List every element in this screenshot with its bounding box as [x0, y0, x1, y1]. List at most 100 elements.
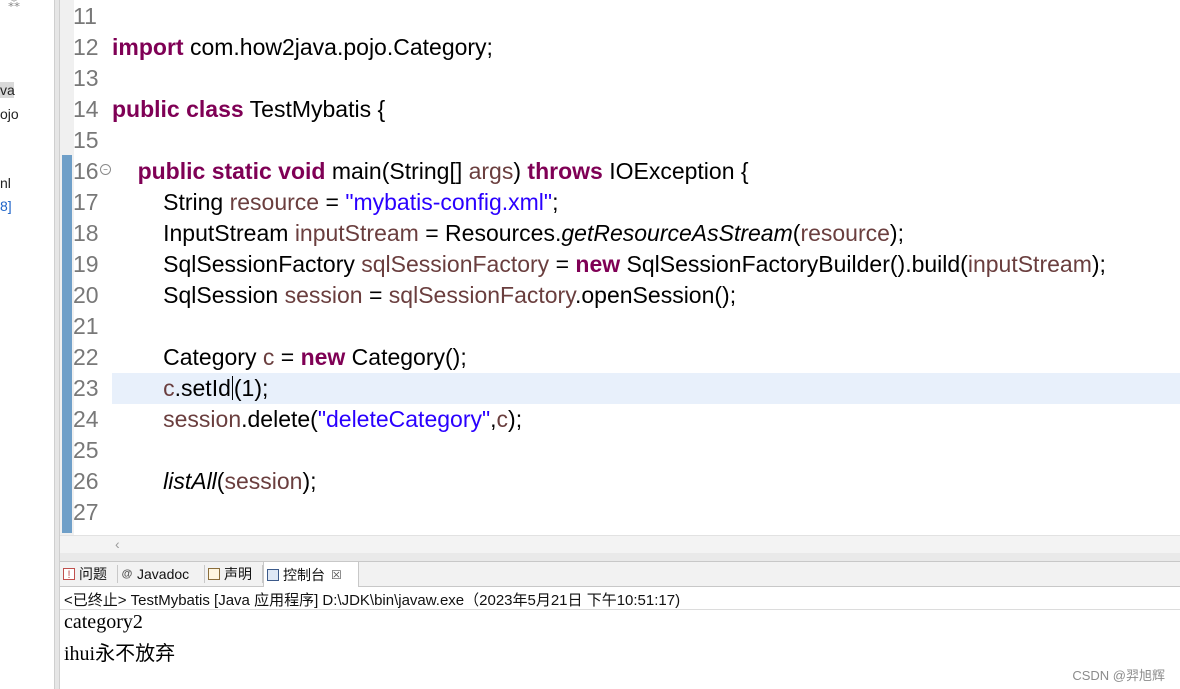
- code-token: "mybatis-config.xml": [345, 189, 553, 215]
- view-sash[interactable]: [60, 553, 1180, 561]
- code-token: .openSession();: [575, 282, 737, 308]
- editor-horizontal-scrollbar[interactable]: ‹: [60, 535, 1180, 553]
- console-divider: [60, 609, 1180, 610]
- console-icon: [267, 568, 279, 581]
- code-token: SqlSession: [112, 282, 285, 308]
- code-line[interactable]: 24 session.delete("deleteCategory",c);: [60, 404, 1180, 435]
- code-line[interactable]: 12 import com.how2java.pojo.Category;: [60, 32, 1180, 63]
- code-token: String: [112, 189, 230, 215]
- code-text: public class TestMybatis {: [112, 94, 385, 125]
- code-token: c: [496, 406, 509, 432]
- code-line[interactable]: 15: [60, 125, 1180, 156]
- code-line[interactable]: 26 listAll(session);: [60, 466, 1180, 497]
- code-text: import com.how2java.pojo.Category;: [112, 32, 493, 63]
- code-line[interactable]: 13: [60, 63, 1180, 94]
- console-view[interactable]: <已终止> TestMybatis [Java 应用程序] D:\JDK\bin…: [60, 587, 1180, 689]
- code-token: =: [549, 251, 576, 277]
- code-text: listAll(session);: [112, 466, 317, 497]
- code-token: Category: [112, 344, 263, 370]
- code-token: (1);: [233, 375, 269, 401]
- code-line[interactable]: 25: [60, 435, 1180, 466]
- tab-problems[interactable]: ! 问题: [60, 562, 117, 586]
- code-token: import: [112, 34, 184, 60]
- code-line[interactable]: 20 SqlSession session = sqlSessionFactor…: [60, 280, 1180, 311]
- code-token: inputStream: [967, 251, 1092, 277]
- code-token: "deleteCategory": [317, 406, 491, 432]
- code-text: SqlSession session = sqlSessionFactory.o…: [112, 280, 736, 311]
- line-number: 26: [73, 468, 99, 494]
- line-number: 13: [73, 65, 99, 91]
- line-number: 14: [73, 96, 99, 122]
- package-explorer-item[interactable]: va: [0, 82, 15, 98]
- package-explorer-item[interactable]: 8]: [0, 198, 12, 214]
- code-token: =: [362, 282, 389, 308]
- line-number: 20: [73, 282, 99, 308]
- code-token: ): [513, 158, 528, 184]
- code-token: listAll: [163, 468, 217, 494]
- code-token: .setId: [174, 375, 231, 401]
- code-token: );: [889, 220, 904, 246]
- code-text: Category c = new Category();: [112, 342, 467, 373]
- text-caret: [231, 376, 233, 400]
- scroll-left-icon[interactable]: ‹: [115, 536, 120, 552]
- code-token: IOException {: [602, 158, 749, 184]
- code-line[interactable]: 18 InputStream inputStream = Resources.g…: [60, 218, 1180, 249]
- code-line[interactable]: 17 String resource = "mybatis-config.xml…: [60, 187, 1180, 218]
- line-number: 25: [73, 437, 99, 463]
- line-number: 19: [73, 251, 99, 277]
- code-text: session.delete("deleteCategory",c);: [112, 404, 522, 435]
- code-token: throws: [527, 158, 603, 184]
- code-text: InputStream inputStream = Resources.getR…: [112, 218, 904, 249]
- tab-declaration[interactable]: 声明: [205, 562, 262, 586]
- code-token: = Resources.: [418, 220, 562, 246]
- tab-label: 控制台: [283, 566, 325, 583]
- tab-javadoc[interactable]: @ Javadoc: [118, 562, 204, 586]
- close-tab-icon[interactable]: ☒: [331, 568, 342, 582]
- code-token: class: [186, 96, 244, 122]
- tab-console[interactable]: 控制台 ☒: [263, 562, 359, 587]
- code-token: InputStream: [112, 220, 295, 246]
- code-token: sqlSessionFactory: [361, 251, 550, 277]
- code-token: sqlSessionFactory: [388, 282, 575, 308]
- code-line[interactable]: 27: [60, 497, 1180, 528]
- code-token: =: [319, 189, 346, 215]
- code-token: Category();: [345, 344, 467, 370]
- code-token: .delete(: [241, 406, 318, 432]
- package-explorer-item[interactable]: nl: [0, 175, 11, 191]
- code-editor[interactable]: 11 12 import com.how2java.pojo.Category; 13…: [60, 0, 1180, 535]
- package-explorer-item[interactable]: ojo: [0, 106, 19, 122]
- code-token: public: [112, 96, 180, 122]
- code-line[interactable]: 14 public class TestMybatis {: [60, 94, 1180, 125]
- code-text: SqlSessionFactory sqlSessionFactory = ne…: [112, 249, 1106, 280]
- code-line[interactable]: 11: [60, 1, 1180, 32]
- code-token: SqlSessionFactoryBuilder().build(: [620, 251, 968, 277]
- code-token: resource: [800, 220, 890, 246]
- code-token: =: [274, 344, 301, 370]
- tab-label: 声明: [224, 566, 252, 582]
- code-line[interactable]: 16− public static void main(String[] arg…: [60, 156, 1180, 187]
- code-token: );: [302, 468, 317, 494]
- console-output-line: ihui永不放弃: [64, 643, 176, 665]
- package-explorer-panel: ⁂ va ojo nl 8]: [0, 0, 54, 689]
- code-token: c: [262, 344, 275, 370]
- line-number: 21: [73, 313, 99, 339]
- line-number: 17: [73, 189, 99, 215]
- code-token: c: [163, 375, 175, 401]
- fold-toggle-icon[interactable]: −: [100, 164, 111, 175]
- code-line[interactable]: 19 SqlSessionFactory sqlSessionFactory =…: [60, 249, 1180, 280]
- code-token: );: [1091, 251, 1106, 277]
- code-line[interactable]: 23 c.setId (1);: [73, 373, 1180, 404]
- code-line[interactable]: 22 Category c = new Category();: [60, 342, 1180, 373]
- code-token: getResourceAsStream: [561, 220, 793, 246]
- code-token: SqlSessionFactory: [112, 251, 362, 277]
- code-token: com.how2java.pojo.Category;: [183, 34, 493, 60]
- code-line[interactable]: 21: [60, 311, 1180, 342]
- code-text: String resource = "mybatis-config.xml";: [112, 187, 558, 218]
- toolbar-fragment-icon: ⁂: [8, 0, 20, 10]
- code-token: main(String[]: [325, 158, 469, 184]
- code-token: static: [211, 158, 272, 184]
- tab-label: Javadoc: [137, 566, 190, 582]
